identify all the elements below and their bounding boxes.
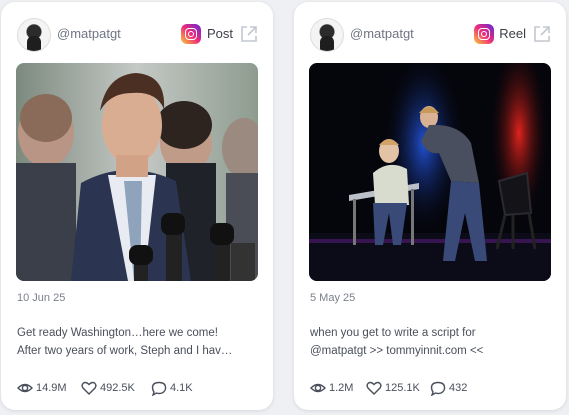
avatar[interactable] <box>310 18 344 52</box>
post-date: 5 May 25 <box>310 292 356 304</box>
post-caption[interactable]: Get ready Washington…here we come! After… <box>17 324 259 360</box>
eye-icon <box>17 383 33 393</box>
post-card[interactable]: @matpatgt Post 10 Jun 25 Get ready Washi… <box>1 2 273 410</box>
post-photo[interactable] <box>309 63 551 281</box>
views-count: 1.2M <box>329 382 354 394</box>
caption-line: when you get to write a script for <box>310 327 476 339</box>
comments-count: 432 <box>449 382 468 394</box>
caption-line: Get ready Washington…here we come! <box>17 327 218 339</box>
account-handle[interactable]: @matpatgt <box>57 26 121 41</box>
instagram-icon <box>181 24 201 44</box>
avatar[interactable] <box>17 18 51 52</box>
caption-line: After two years of work, Steph and I hav… <box>17 345 233 357</box>
heart-icon <box>366 381 382 395</box>
likes-count: 492.5K <box>100 382 135 394</box>
post-photo[interactable] <box>16 63 258 281</box>
eye-icon <box>310 383 326 393</box>
card-header: @matpatgt Post <box>17 18 259 52</box>
card-header: @matpatgt Reel <box>310 18 552 52</box>
comment-icon <box>430 381 446 396</box>
external-link-icon[interactable] <box>532 24 552 44</box>
post-card[interactable]: @matpatgt Reel 5 May 25 when you get to … <box>294 2 566 410</box>
post-date: 10 Jun 25 <box>17 292 66 304</box>
likes-count: 125.1K <box>385 382 420 394</box>
post-type-label: Post <box>206 26 233 41</box>
heart-icon <box>81 381 97 395</box>
caption-line: @matpatgt >> tommyinnit.com << <box>310 345 484 357</box>
account-handle[interactable]: @matpatgt <box>350 26 414 41</box>
views-count: 14.9M <box>36 382 67 394</box>
external-link-icon[interactable] <box>239 24 259 44</box>
instagram-icon <box>474 24 494 44</box>
comments-count: 4.1K <box>170 382 193 394</box>
post-type-label: Reel <box>499 26 526 41</box>
post-caption[interactable]: when you get to write a script for @matp… <box>310 324 552 360</box>
comment-icon <box>151 381 167 396</box>
